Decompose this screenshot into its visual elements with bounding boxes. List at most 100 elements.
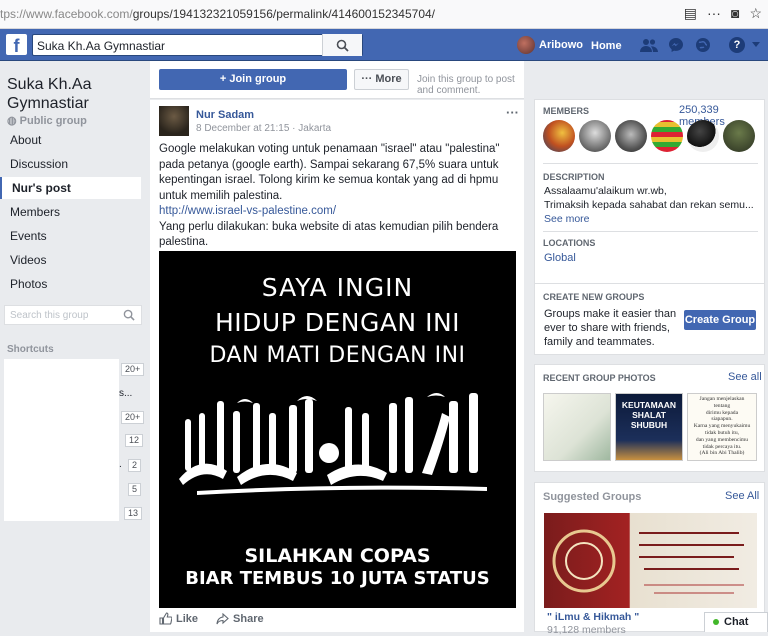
pocket-icon[interactable]: ◙: [731, 5, 739, 22]
group-search-input[interactable]: Search this group: [4, 305, 142, 325]
photo-caption: KEUTAMAAN SHALAT SHUBUH: [621, 400, 677, 430]
suggested-group-cover[interactable]: [544, 513, 757, 608]
share-label: Share: [233, 612, 264, 625]
nav-nurs-post[interactable]: Nur's post: [0, 177, 141, 199]
post-timestamp[interactable]: 8 December at 21:15 · Jakarta: [196, 123, 331, 134]
more-button[interactable]: ··· More: [354, 69, 409, 90]
nav-discussion[interactable]: Discussion: [0, 153, 141, 175]
page-actions-icon[interactable]: ···: [707, 5, 721, 22]
suggested-see-all[interactable]: See All: [725, 490, 759, 502]
share-icon: [216, 612, 229, 624]
nav-members[interactable]: Members: [0, 201, 141, 223]
chat-button[interactable]: Chat: [704, 612, 768, 632]
member-avatar[interactable]: [723, 120, 755, 152]
description-line: Trimaksih kepada sahabat dan rekan semu.…: [544, 199, 754, 211]
group-privacy-label: Public group: [19, 115, 87, 127]
account-menu-caret-icon[interactable]: [752, 42, 760, 47]
group-photo-thumbnail[interactable]: KEUTAMAAN SHALAT SHUBUH: [615, 393, 683, 461]
globe-icon: ◍: [7, 115, 20, 127]
browser-actions: ▤ ··· ◙ ☆: [684, 5, 762, 22]
image-line-5: BIAR TEMBUS 10 JUTA STATUS: [185, 568, 490, 589]
reader-view-icon[interactable]: ▤: [684, 5, 697, 22]
post-author[interactable]: Nur Sadam: [196, 109, 254, 121]
friend-requests-icon[interactable]: [640, 36, 658, 54]
create-group-text: Groups make it easier than ever to share…: [544, 308, 677, 348]
see-more-link[interactable]: See more: [544, 212, 759, 226]
notifications-globe-icon[interactable]: [694, 36, 712, 54]
facebook-logo-icon[interactable]: f: [6, 34, 27, 56]
help-button[interactable]: ?: [729, 37, 745, 53]
quote-line: siapapun.: [711, 416, 733, 423]
post-text-2: Yang perlu dilakukan: buka website di at…: [159, 220, 499, 249]
group-photo-thumbnail[interactable]: [543, 393, 611, 461]
shahada-calligraphy-icon: [179, 393, 487, 495]
divider: [543, 163, 758, 164]
nav-videos[interactable]: Videos: [0, 249, 141, 271]
url-path: groups/194132321059156/permalink/4146001…: [132, 7, 435, 21]
bookmark-star-icon[interactable]: ☆: [749, 5, 762, 22]
recent-photos-card: RECENT GROUP PHOTOS See all KEUTAMAAN SH…: [534, 364, 765, 472]
like-button[interactable]: Like: [159, 612, 198, 625]
post-options-icon[interactable]: ···: [506, 105, 519, 120]
image-line-1: SAYA INGIN: [261, 273, 414, 302]
facebook-top-bar: f Suka Kh.Aa Gymnastiar Aribowo Home ?: [0, 29, 768, 61]
address-bar[interactable]: tps://www.facebook.com/groups/1941323210…: [0, 7, 435, 21]
quote-line: dan yang membencimu: [695, 436, 749, 443]
nav-about[interactable]: About: [0, 129, 141, 151]
user-name: Aribowo: [539, 39, 583, 51]
shortcut-label-fragment[interactable]: s...: [119, 388, 132, 399]
search-button[interactable]: [322, 34, 362, 56]
recent-photos-heading: RECENT GROUP PHOTOS: [543, 373, 656, 383]
search-input[interactable]: Suka Kh.Aa Gymnastiar: [32, 34, 363, 56]
shortcuts-heading: Shortcuts: [7, 344, 54, 355]
nav-events[interactable]: Events: [0, 225, 141, 247]
suggested-group-name[interactable]: " iLmu & Hikmah ": [547, 611, 639, 623]
description-text: Assalaamu'alaikum wr.wb, Trimaksih kepad…: [544, 184, 759, 226]
photo-quote: Jangan menjelaskan tentang dirimu kepada…: [688, 394, 756, 457]
post-image[interactable]: SAYA INGIN HIDUP DENGAN INI DAN MATI DEN…: [159, 251, 516, 608]
join-group-button[interactable]: + Join group: [159, 69, 347, 90]
search-icon: [123, 309, 135, 321]
shortcuts-list: [4, 359, 119, 521]
quote-line: Jangan menjelaskan: [699, 396, 745, 402]
like-icon: [159, 612, 172, 625]
member-avatar[interactable]: [651, 120, 683, 152]
member-avatar[interactable]: [543, 120, 575, 152]
group-photo-thumbnail[interactable]: Jangan menjelaskan tentang dirimu kepada…: [687, 393, 757, 461]
quote-line: dirimu kepada: [705, 409, 739, 416]
post-body: Google melakukan voting untuk penamaan "…: [159, 142, 519, 251]
shortcut-badge: 20+: [121, 411, 145, 424]
profile-link[interactable]: Aribowo: [517, 36, 583, 54]
group-privacy: ◍ Public group: [7, 114, 87, 127]
create-group-card: CREATE NEW GROUPS Groups make it easier …: [534, 283, 765, 355]
nav-photos[interactable]: Photos: [0, 273, 141, 295]
group-name[interactable]: Suka Kh.Aa Gymnastiar: [7, 75, 127, 113]
messenger-icon[interactable]: [667, 36, 685, 54]
image-line-2: HIDUP DENGAN INI: [214, 308, 461, 337]
member-avatar[interactable]: [687, 120, 719, 152]
share-button[interactable]: Share: [216, 612, 264, 625]
create-group-button[interactable]: Create Group: [684, 310, 756, 330]
shortcut-badge: 13: [124, 507, 143, 520]
shortcut-badge: 12: [125, 434, 144, 447]
home-link[interactable]: Home: [591, 40, 622, 52]
quote-line: tidak butuh itu,: [704, 429, 740, 436]
suggested-group-members: 91,128 members: [547, 624, 626, 636]
search-icon: [336, 39, 349, 52]
post-text: Google melakukan voting untuk penamaan "…: [159, 143, 500, 202]
group-sidebar: Suka Kh.Aa Gymnastiar ◍ Public group Abo…: [0, 61, 150, 632]
member-avatar[interactable]: [615, 120, 647, 152]
author-avatar[interactable]: [159, 106, 189, 136]
post-link[interactable]: http://www.israel-vs-palestine.com/: [159, 205, 336, 217]
post-card: Nur Sadam 8 December at 21:15 · Jakarta …: [150, 100, 524, 632]
group-search-placeholder: Search this group: [10, 310, 89, 321]
join-bar: + Join group ··· More Join this group to…: [150, 61, 524, 99]
search-value: Suka Kh.Aa Gymnastiar: [37, 39, 166, 53]
recent-photos-see-all[interactable]: See all: [728, 371, 762, 383]
member-avatar[interactable]: [579, 120, 611, 152]
location-link[interactable]: Global: [544, 252, 576, 264]
post-actions: Like Share: [159, 612, 264, 625]
shortcut-badge: 2: [128, 459, 142, 472]
shortcut-label-fragment[interactable]: .: [119, 459, 122, 470]
chat-label: Chat: [724, 616, 749, 628]
